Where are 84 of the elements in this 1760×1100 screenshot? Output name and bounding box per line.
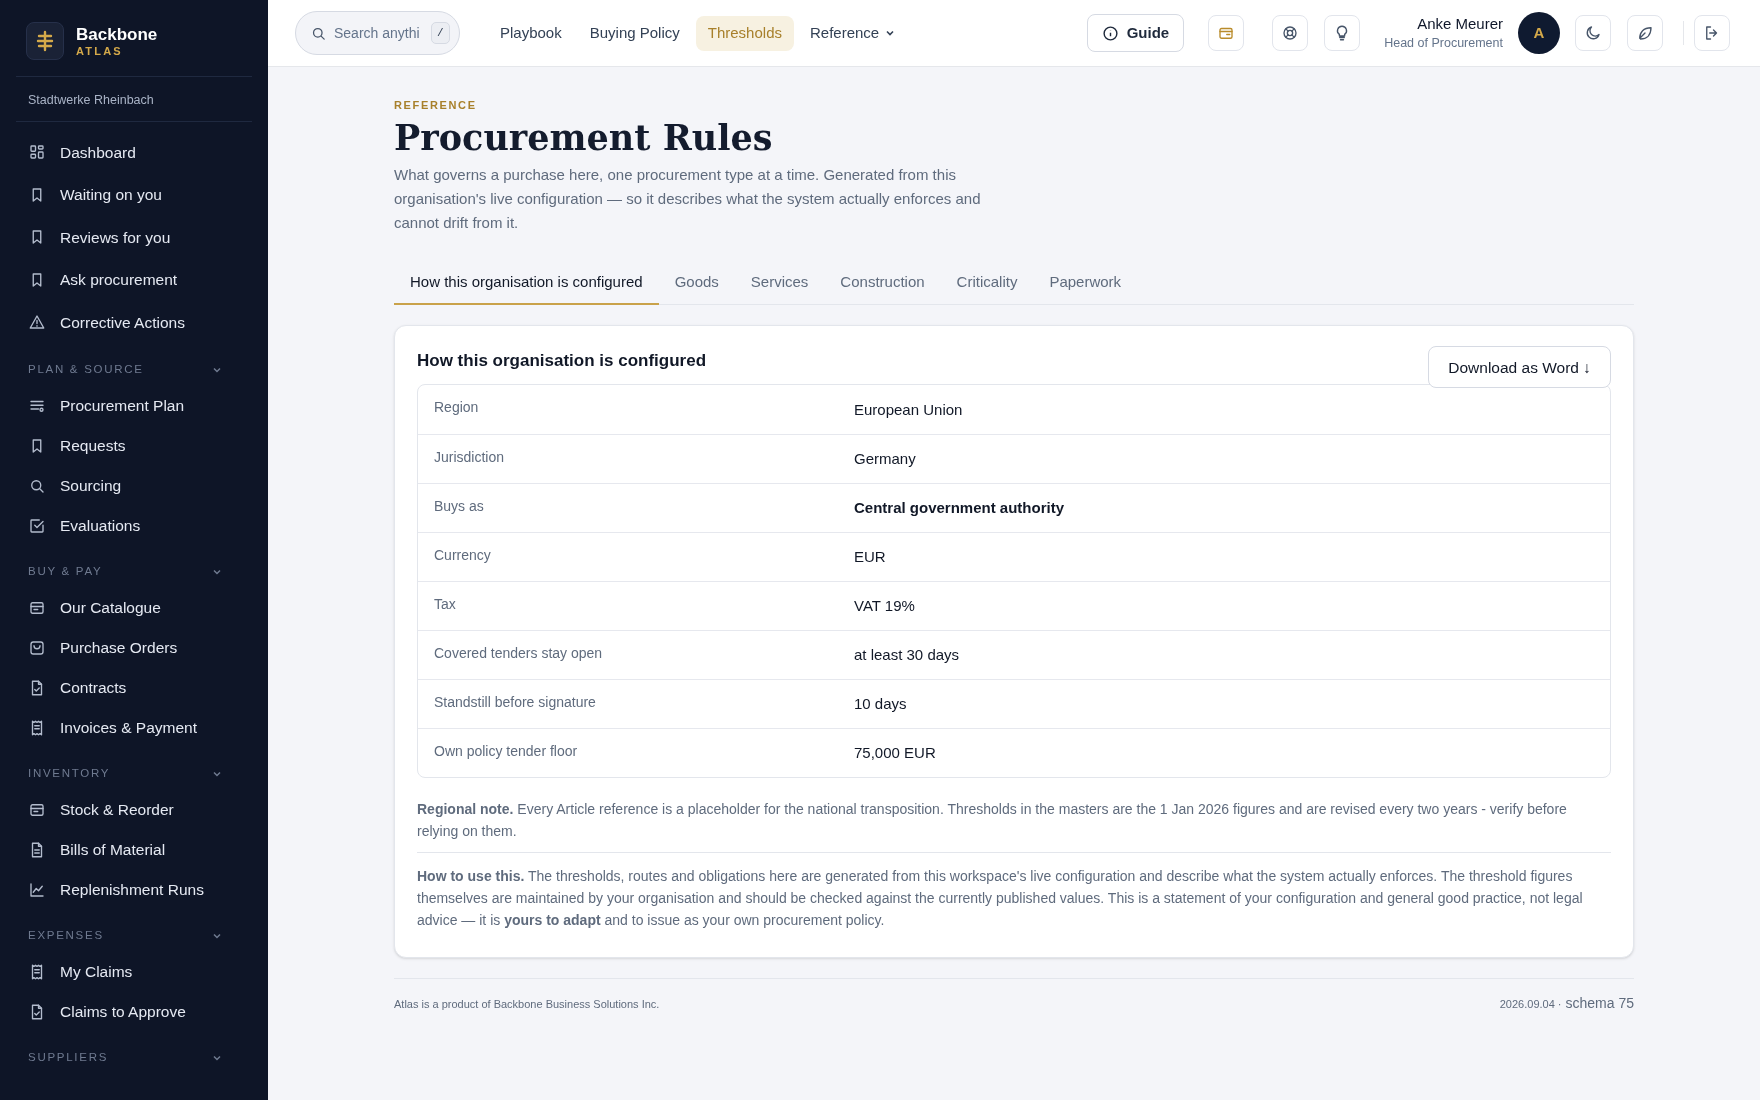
section-heading: SUPPLIERS	[28, 1049, 109, 1065]
table-cell-text: Own policy tender floor	[434, 741, 579, 761]
dark-mode-button[interactable]	[1575, 15, 1611, 51]
version-date: 2026.09.04 ·	[1499, 997, 1562, 1013]
sidebar-item[interactable]: Purchase Orders	[16, 627, 252, 668]
table-cell-text: Central government authority	[854, 498, 1066, 518]
user-name: Anke Meurer	[1417, 14, 1503, 34]
sidebar-item[interactable]: Requests	[16, 425, 252, 466]
tab[interactable]: How this organisation is configured	[394, 261, 659, 306]
leaf-button[interactable]	[1627, 15, 1663, 51]
sidebar-item[interactable]: My Claims	[16, 951, 252, 992]
sidebar-item[interactable]: Evaluations	[16, 505, 252, 546]
table-cell-text: Germany	[854, 449, 917, 469]
download-button[interactable]: Download as Word ↓	[1428, 346, 1611, 389]
table-cell-text: Buys as	[434, 496, 485, 516]
note-paragraph: Regional note. Every Article reference is a placeholder for the national transposition. Thresholds in the masters are the 1 Jan 2026 figures and are revised every two years - verify before relying on them.	[417, 800, 1568, 842]
nav-link[interactable]: Reference	[797, 15, 908, 51]
avatar[interactable]: A	[1518, 12, 1560, 54]
sidebar-item[interactable]: Claims to Approve	[16, 991, 252, 1032]
card-title: How this organisation is configured	[417, 350, 707, 373]
shortcut-key: /	[431, 21, 450, 45]
table-cell-text: EUR	[854, 547, 887, 567]
guide-button[interactable]: Guide	[1086, 14, 1185, 52]
table-cell-text: at least 30 days	[854, 645, 961, 665]
info-icon	[1101, 24, 1119, 42]
organisation-name: Stadtwerke Rheinbach	[28, 93, 154, 107]
dashboard-icon	[28, 143, 46, 162]
table-cell-text: Currency	[434, 545, 492, 565]
brand-name: Backbone	[76, 25, 158, 43]
note-paragraph: How to use this. The thresholds, routes and obligations here are generated from this workspace's live configuration and describe what the system actually enforces. The threshold figures themselves are maintained by your organisation and should be checked against the currently published values. This is a statement of your configuration and general good practice, not legal advice — it is yours to adapt and to issue as your own procurement policy.	[417, 852, 1611, 932]
search-field[interactable]: Search anythi	[334, 22, 424, 44]
sidebar-item[interactable]: Stock & Reorder	[16, 789, 252, 830]
wallet-button[interactable]	[1208, 15, 1245, 51]
table-cell-text: Standstill before signature	[434, 692, 597, 712]
search-bar[interactable]: Search anythi /	[295, 11, 460, 55]
sidebar-item[interactable]: Bills of Material	[16, 829, 252, 870]
sidebar-item[interactable]: Reviews for you	[16, 216, 252, 259]
page-title: Procurement Rules	[394, 115, 774, 160]
help-icon	[1281, 24, 1300, 42]
table-cell-text: Jurisdiction	[434, 447, 506, 467]
user-role: Head of Procurement	[1384, 35, 1503, 52]
checkbox-icon	[28, 516, 46, 535]
footer-credit: Atlas is a product of Backbone Business Solutions Inc.	[394, 996, 660, 1012]
table-cell-text: European Union	[854, 399, 964, 420]
tab[interactable]: Goods	[658, 261, 735, 306]
sidebar-item[interactable]: Replenishment Runs	[16, 869, 252, 910]
warning-icon	[28, 313, 46, 332]
section-heading: EXPENSES	[28, 927, 104, 943]
section-heading: PLAN & SOURCE	[28, 361, 144, 377]
section-heading: BUY & PAY	[28, 563, 103, 579]
tab[interactable]: Construction	[824, 261, 941, 306]
sidebar-item[interactable]: Dashboard	[16, 131, 252, 174]
sidebar-item[interactable]: Ask procurement	[16, 258, 252, 301]
table-cell-text: 75,000 EUR	[854, 743, 937, 763]
table-cell-text: Region	[434, 398, 480, 418]
brand-subtitle: ATLAS	[76, 45, 124, 57]
tab[interactable]: Paperwork	[1033, 261, 1138, 306]
dark-mode-icon	[1584, 24, 1602, 42]
nav-link[interactable]: Playbook	[488, 15, 574, 51]
page-description: What governs a purchase here, one procurement type at a time. Generated from this organisation's live configuration — so it describes what the system actually enforces and cannot drift from it.	[394, 165, 982, 234]
line-chart-icon	[28, 880, 46, 899]
table-cell-text: Covered tenders stay open	[434, 643, 604, 663]
section-heading: INVENTORY	[28, 765, 111, 781]
leaf-icon	[1636, 24, 1654, 42]
nav-link[interactable]: Buying Policy	[577, 15, 692, 51]
sidebar-item[interactable]: Contracts	[16, 667, 252, 708]
sidebar-item[interactable]: Sourcing	[16, 465, 252, 506]
lightbulb-button[interactable]	[1324, 15, 1361, 51]
logo-icon	[26, 22, 64, 60]
tab[interactable]: Services	[734, 261, 825, 306]
schema-version: schema 75	[1565, 994, 1634, 1014]
sidebar-item[interactable]: Our Catalogue	[16, 587, 252, 628]
sidebar-item[interactable]: Corrective Actions	[16, 301, 252, 344]
sidebar-item[interactable]: Procurement Plan	[16, 385, 252, 426]
sign-out-button[interactable]	[1694, 15, 1730, 51]
sidebar-item[interactable]: Invoices & Payment	[16, 707, 252, 748]
table-cell-text: VAT 19%	[854, 596, 916, 616]
bag-icon	[28, 638, 46, 657]
table-cell-text: 10 days	[854, 694, 908, 714]
table-cell-text: Tax	[434, 594, 457, 614]
tab[interactable]: Criticality	[940, 261, 1034, 306]
eyebrow-label: REFERENCE	[394, 98, 478, 113]
help-button[interactable]	[1272, 15, 1309, 51]
sidebar-item[interactable]: Waiting on you	[16, 173, 252, 216]
